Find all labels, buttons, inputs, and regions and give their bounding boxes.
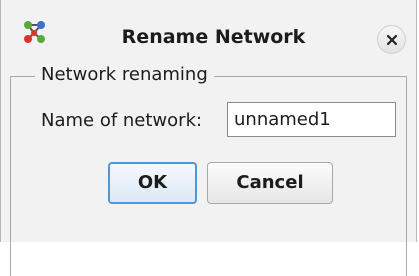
ok-button[interactable]: OK xyxy=(108,162,197,204)
network-nodes-icon xyxy=(21,20,49,44)
network-name-input[interactable] xyxy=(227,102,396,137)
rename-network-dialog: Rename Network Network renaming Name of … xyxy=(0,0,417,276)
dialog-title: Rename Network xyxy=(121,26,306,48)
title-bar: Rename Network xyxy=(1,0,416,62)
dialog-content: Network renaming Name of network: OK Can… xyxy=(1,62,416,276)
close-icon xyxy=(386,34,398,46)
network-name-label: Name of network: xyxy=(41,110,203,131)
cancel-button[interactable]: Cancel xyxy=(207,162,333,204)
close-button[interactable] xyxy=(377,25,406,54)
group-legend: Network renaming xyxy=(35,64,214,86)
